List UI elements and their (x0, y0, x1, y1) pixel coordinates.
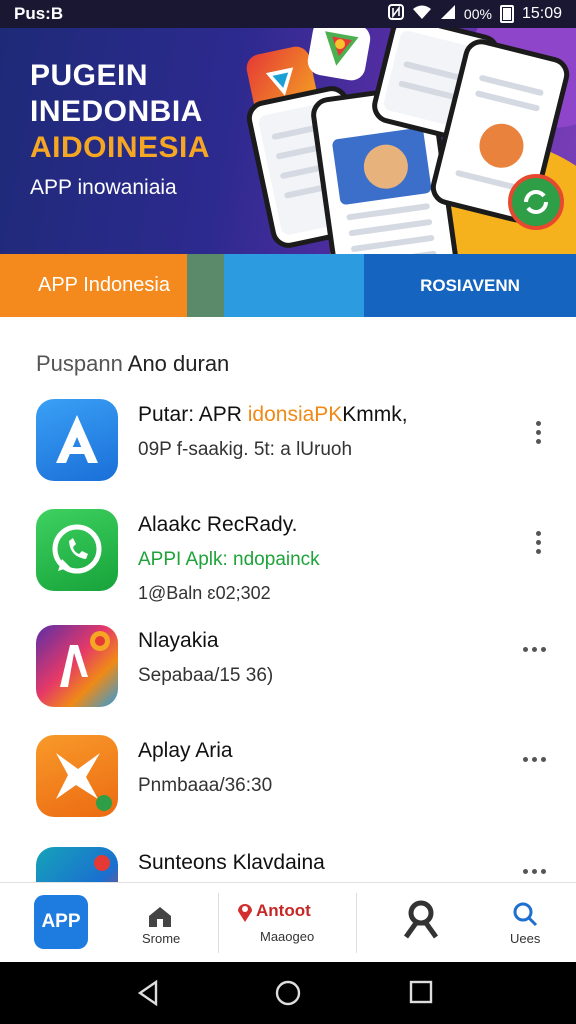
app-name: Alaakc RecRady. (138, 513, 298, 536)
tab-rosiavenn[interactable]: ROSIAVENN (364, 254, 576, 317)
nav-home[interactable]: Srome (128, 883, 192, 963)
promo-banner[interactable]: PUGEIN INEDONBIA AIDOINESIA APP inowania… (0, 28, 576, 254)
home-circle-icon[interactable] (275, 980, 301, 1011)
battery-percent: 00% (463, 6, 492, 22)
status-icons: 00% 15:09 (387, 4, 562, 24)
nav-promo[interactable]: Antoot Maaogeo (232, 883, 344, 963)
nav-promo-label: Maaogeo (260, 929, 315, 944)
nav-search-label: Uees (510, 931, 541, 946)
app-name: Aplay Aria (138, 739, 233, 762)
app-description: 09P f-saakig. 5t: a lUruoh (138, 439, 353, 460)
banner-subtitle: APP inowaniaia (30, 176, 177, 199)
banner-title: PUGEIN INEDONBIA AIDOINESIA (30, 59, 211, 164)
nav-promo-title: Antoot (256, 901, 311, 920)
nav-divider (218, 893, 219, 953)
nav-profile[interactable] (396, 883, 446, 963)
battery-icon (499, 5, 514, 23)
wifi-icon (412, 4, 432, 24)
bottom-navigation: APP Srome Antoot Maaogeo Uees (0, 882, 576, 962)
teal-app-icon (36, 847, 118, 882)
category-tabs: APP Indonesia ROSIAVENN (0, 254, 576, 317)
pin-icon (236, 901, 254, 928)
app-description: Sepabaa/15 36) (138, 665, 274, 686)
section-title: Puspann Ano duran (36, 351, 230, 376)
tab-divider (187, 254, 224, 317)
nav-search[interactable]: Uees (496, 883, 552, 963)
more-options-icon[interactable] (523, 869, 546, 874)
app-name: Sunteons Klavdaina (138, 851, 325, 874)
app-list-item[interactable]: Nlayakia Sepabaa/15 36) (0, 625, 576, 735)
app-name: Putar: APR idonsiaPKKmmk, (138, 403, 408, 426)
system-navigation-bar (0, 962, 576, 1024)
tab-app-indonesia[interactable]: APP Indonesia (0, 254, 187, 317)
more-options-icon[interactable] (523, 647, 546, 652)
orange-star-icon (36, 735, 118, 817)
nav-divider (356, 893, 357, 953)
app-store-screen: Pus:B 00% 15:09 PUGEIN INEDONBIA AIDOINE… (0, 0, 576, 1024)
carrier-label: Pus:B (14, 4, 64, 23)
app-description: Pnmbaaa/36:30 (138, 775, 273, 796)
app-name: Nlayakia (138, 629, 219, 652)
nfc-icon (387, 4, 404, 24)
more-options-icon[interactable] (530, 421, 546, 444)
nav-app-button[interactable]: APP (34, 895, 88, 949)
status-bar: Pus:B 00% 15:09 (0, 0, 576, 28)
colorful-app-icon (305, 28, 373, 83)
more-options-icon[interactable] (530, 531, 546, 554)
app-list: Puspann Ano duran Putar: APR idonsiaPKKm… (0, 317, 576, 882)
nav-home-label: Srome (142, 931, 181, 946)
back-icon[interactable] (136, 979, 160, 1011)
recents-icon[interactable] (409, 980, 433, 1009)
search-icon (512, 901, 538, 932)
profile-icon (402, 899, 440, 944)
signal-icon (440, 4, 456, 24)
app-store-a-icon (36, 399, 118, 481)
app-list-item[interactable]: Putar: APR idonsiaPKKmmk, 09P f-saakig. … (0, 399, 576, 509)
clock: 15:09 (521, 5, 562, 22)
tab-blue[interactable] (224, 254, 364, 317)
refresh-badge-icon (508, 174, 564, 230)
app-list-item[interactable]: Sunteons Klavdaina (0, 847, 576, 882)
home-icon (147, 905, 173, 934)
more-options-icon[interactable] (523, 757, 546, 762)
app-list-item[interactable]: Alaakc RecRady. APPI Aplk: ndopainck 1@B… (0, 509, 576, 619)
multicolor-n-icon (36, 625, 118, 707)
whatsapp-phone-icon (36, 509, 118, 591)
app-meta: 1@Baln ɛ02;302 (138, 583, 271, 603)
app-description: APPI Aplk: ndopainck (138, 549, 320, 570)
app-list-item[interactable]: Aplay Aria Pnmbaaa/36:30 (0, 735, 576, 845)
